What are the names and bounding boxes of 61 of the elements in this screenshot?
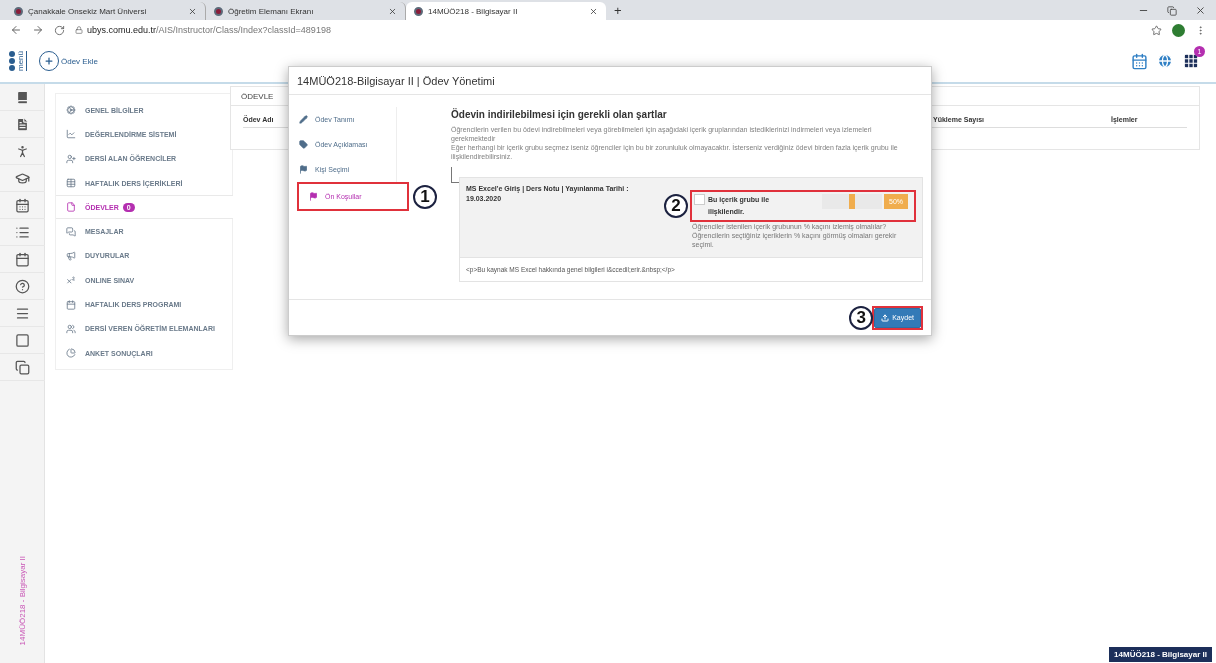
flag-icon [309, 192, 318, 201]
copy-icon [14, 359, 30, 375]
upload-icon [881, 313, 890, 322]
add-assignment-button[interactable]: Ödev Ekle [39, 51, 98, 71]
dots-icon[interactable] [8, 50, 16, 72]
chat-icon [66, 226, 76, 237]
globe-icon[interactable] [1157, 53, 1173, 69]
pie-chart-icon [66, 348, 76, 359]
favicon-icon [414, 6, 423, 16]
close-icon[interactable] [388, 6, 397, 16]
menu-logo-text[interactable]: menü [17, 51, 27, 71]
apps-grid-icon[interactable] [1182, 52, 1200, 70]
help-icon [14, 278, 30, 294]
reload-icon[interactable] [54, 24, 65, 36]
cog-icon [66, 105, 76, 116]
square-icon [14, 332, 30, 348]
pencil-icon [299, 115, 308, 124]
course-badge: 14MÜÖ218 - Bilgisayar II [1109, 647, 1212, 662]
url-host[interactable]: ubys.comu.edu.tr [87, 25, 157, 35]
url-path[interactable]: /AIS/Instructor/Class/Index?classId=489198 [156, 25, 331, 35]
megaphone-icon [66, 250, 76, 261]
panel-title: ÖDEVLE [241, 91, 274, 101]
favicon-icon [14, 6, 23, 16]
calendar-icon [14, 251, 30, 267]
document-icon [14, 116, 30, 132]
slider-thumb[interactable] [849, 194, 855, 209]
close-icon[interactable] [589, 6, 598, 16]
table-icon [66, 178, 76, 189]
course-caption: 14MÜÖ218 - Bilgisayar II [17, 555, 27, 645]
checkbox[interactable] [694, 194, 705, 205]
section-heading: Ödevin indirilebilmesi için gerekli olan şartlar [451, 109, 668, 120]
list-icon [14, 224, 30, 240]
new-tab-button[interactable]: + [606, 3, 630, 20]
star-icon[interactable] [1151, 24, 1162, 36]
step-number: 2 [664, 194, 688, 218]
lock-icon [75, 26, 83, 34]
users-icon [66, 323, 76, 334]
browser-tab[interactable]: 14MÜÖ218 - Bilgisayar II [406, 2, 606, 20]
calendar-icon [14, 197, 30, 213]
back-icon[interactable] [10, 24, 22, 36]
menu-icon [14, 305, 30, 321]
percent-slider-track[interactable] [822, 194, 882, 209]
forward-icon[interactable] [32, 24, 44, 36]
close-icon[interactable] [188, 6, 197, 16]
user-plus-icon [66, 153, 76, 164]
tag-icon [299, 140, 308, 149]
restore-icon[interactable] [1167, 5, 1177, 16]
graduation-cap-icon [14, 170, 30, 186]
step-number: 3 [849, 305, 874, 330]
superscript-icon [66, 275, 76, 286]
calendar-icon [66, 299, 76, 310]
line-chart-icon [66, 129, 76, 140]
browser-tab[interactable]: Çanakkale Onsekiz Mart Üniversi [6, 2, 206, 20]
close-icon[interactable] [1195, 5, 1206, 16]
calendar-icon[interactable] [1131, 52, 1148, 70]
document-icon [66, 202, 76, 213]
avatar-icon[interactable] [1172, 23, 1185, 37]
favicon-icon [214, 6, 223, 16]
flag-icon [299, 165, 308, 174]
step-number: 1 [413, 184, 437, 209]
modal-title: 14MÜÖ218-Bilgisayar II | Ödev Yönetimi [297, 74, 495, 87]
